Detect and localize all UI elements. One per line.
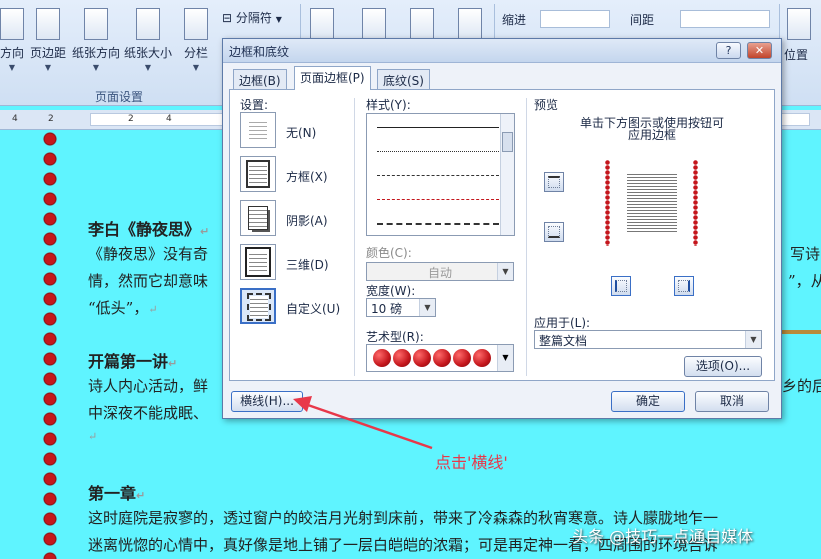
annotation-arrow — [293, 396, 433, 450]
tab-page-border[interactable]: 页面边框(P) — [294, 66, 371, 90]
watermark-text: 头条 @技巧一点通自媒体 — [572, 527, 754, 546]
annotation-text: 点击'横线' — [435, 453, 508, 472]
